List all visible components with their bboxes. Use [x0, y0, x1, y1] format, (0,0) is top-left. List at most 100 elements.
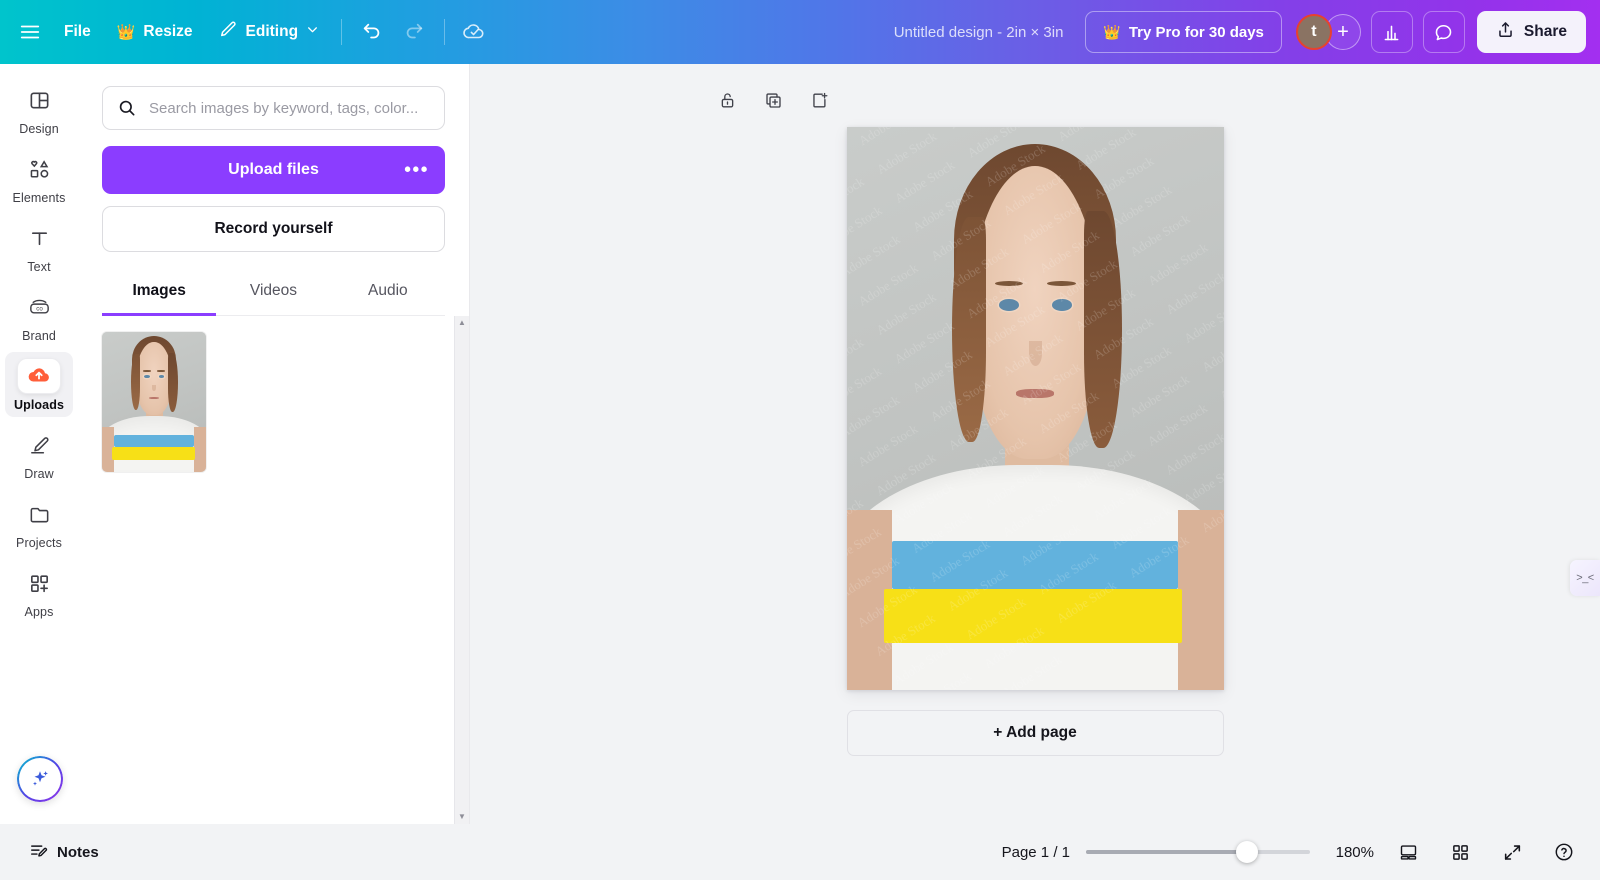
status-bar-right: Page 1 / 1 180%	[392, 834, 1582, 870]
photo-arm-right	[1178, 509, 1224, 690]
add-collaborator-label: +	[1337, 20, 1349, 43]
try-pro-button[interactable]: 👑 Try Pro for 30 days	[1085, 11, 1282, 53]
list-item[interactable]	[102, 332, 206, 472]
uploads-thumbnail-grid	[102, 332, 445, 472]
magic-sparkle-icon[interactable]	[17, 756, 63, 802]
page-wrapper: Adobe StockAdobe StockAdobe StockAdobe S…	[846, 127, 1224, 690]
photo-hair-left	[131, 354, 141, 411]
add-page-label: + Add page	[993, 724, 1077, 741]
zoom-level-label[interactable]: 180%	[1326, 844, 1374, 861]
cloud-check-icon[interactable]	[455, 12, 495, 52]
photo-face	[970, 166, 1100, 460]
svg-text:co: co	[36, 305, 43, 312]
record-yourself-label: Record yourself	[214, 220, 333, 237]
sidebar-item-design[interactable]: Design	[5, 76, 73, 141]
undo-arrow-icon[interactable]	[352, 12, 392, 52]
sidebar-item-draw[interactable]: Draw	[5, 421, 73, 486]
file-menu-button[interactable]: File	[52, 12, 103, 52]
uploads-list: ▲ ▼	[78, 316, 469, 824]
avatar-initial: t	[1311, 23, 1317, 40]
sidebar-item-label: Draw	[24, 467, 54, 481]
sidebar-item-text[interactable]: Text	[5, 214, 73, 279]
collaborator-avatars: t +	[1295, 14, 1361, 50]
canva-editor-app: File 👑 Resize Editing Untitled design - …	[0, 0, 1600, 880]
sidebar-item-elements[interactable]: Elements	[5, 145, 73, 210]
tab-images[interactable]: Images	[102, 272, 217, 316]
left-rail: Design Elements Text co Brand Uploads Dr…	[0, 64, 78, 824]
tab-label: Images	[132, 282, 186, 299]
upload-files-button[interactable]: Upload files •••	[102, 146, 445, 194]
add-page-button[interactable]: + Add page	[846, 710, 1224, 756]
comment-bubble-icon[interactable]	[1422, 11, 1465, 53]
top-toolbar: File 👑 Resize Editing Untitled design - …	[0, 0, 1600, 64]
sidebar-item-label: Text	[27, 260, 51, 274]
uploads-tabs: Images Videos Audio	[102, 272, 445, 316]
editing-label: Editing	[245, 23, 299, 40]
photo-hair-right	[167, 353, 178, 412]
insert-page-button[interactable]	[802, 86, 836, 120]
zoom-slider-thumb[interactable]	[1236, 841, 1259, 863]
hamburger-menu-icon[interactable]	[10, 12, 50, 52]
duplicate-page-button[interactable]	[756, 86, 790, 120]
photo-hair-left	[952, 217, 986, 443]
sidebar-item-projects[interactable]: Projects	[5, 490, 73, 555]
resize-label: Resize	[143, 23, 193, 40]
zoom-slider[interactable]	[1086, 841, 1310, 863]
upload-thumbnail-photo	[102, 332, 206, 472]
canvas-photo[interactable]: Adobe StockAdobe StockAdobe StockAdobe S…	[846, 127, 1224, 690]
photo-eye-left	[999, 299, 1019, 312]
zoom-slider-fill	[1086, 850, 1248, 854]
grid-view-icon[interactable]	[1442, 834, 1478, 870]
upload-files-label: Upload files	[228, 161, 319, 178]
photo-face	[136, 341, 172, 415]
sidebar-item-label: Design	[19, 122, 59, 136]
notes-button[interactable]: Notes	[18, 834, 110, 870]
pencil-icon	[219, 20, 238, 44]
photo-mouth	[1016, 388, 1054, 398]
bar-chart-icon[interactable]	[1370, 11, 1413, 53]
sidebar-item-label: Elements	[12, 191, 66, 205]
presenter-view-icon[interactable]	[1390, 834, 1426, 870]
avatar[interactable]: t	[1295, 14, 1332, 50]
record-yourself-button[interactable]: Record yourself	[102, 206, 445, 252]
panel-scrollbar[interactable]: ▲ ▼	[454, 316, 469, 824]
page-counter: Page 1 / 1	[1001, 843, 1070, 861]
chevron-down-icon	[306, 23, 319, 41]
canvas-area[interactable]: Adobe StockAdobe StockAdobe StockAdobe S…	[470, 64, 1600, 824]
scroll-up-arrow-icon[interactable]: ▲	[458, 319, 466, 327]
photo-flag-stripe-blue	[891, 540, 1179, 590]
scroll-down-arrow-icon[interactable]: ▼	[458, 813, 466, 821]
share-upload-icon	[1496, 20, 1515, 44]
design-page[interactable]: Adobe StockAdobe StockAdobe StockAdobe S…	[846, 127, 1224, 690]
sidebar-item-label: Projects	[16, 536, 62, 550]
help-question-icon[interactable]	[1546, 834, 1582, 870]
sidebar-item-label: Uploads	[13, 398, 64, 412]
design-title[interactable]: Untitled design - 2in × 3in	[495, 24, 1085, 41]
sidebar-item-label: Apps	[24, 605, 54, 619]
file-menu-label: File	[64, 23, 91, 40]
ellipsis-icon[interactable]: •••	[404, 161, 429, 180]
photo-eye-left	[144, 374, 150, 378]
redo-arrow-icon[interactable]	[394, 12, 434, 52]
editing-mode-button[interactable]: Editing	[207, 12, 332, 52]
share-button[interactable]: Share	[1476, 11, 1586, 53]
tab-label: Videos	[249, 282, 298, 299]
magic-button-ring	[17, 756, 63, 802]
sidebar-item-uploads[interactable]: Uploads	[5, 352, 73, 417]
sidebar-item-apps[interactable]: Apps	[5, 559, 73, 624]
design-layout-icon	[18, 83, 60, 117]
fullscreen-expand-icon[interactable]	[1494, 834, 1530, 870]
collapse-panel-icon[interactable]: >_<	[1570, 560, 1600, 596]
crown-icon: 👑	[1103, 23, 1121, 40]
photo-brow-left	[142, 370, 151, 372]
lock-page-button[interactable]	[710, 86, 744, 120]
tab-videos[interactable]: Videos	[216, 272, 330, 316]
resize-button[interactable]: 👑 Resize	[105, 12, 205, 52]
folder-icon	[18, 497, 60, 531]
tab-audio[interactable]: Audio	[331, 272, 445, 316]
sidebar-item-brand[interactable]: co Brand	[5, 283, 73, 348]
tab-label: Audio	[367, 282, 408, 299]
photo-eye-right	[158, 374, 165, 378]
toolbar-divider-2	[444, 19, 446, 45]
search-input[interactable]	[102, 86, 445, 130]
